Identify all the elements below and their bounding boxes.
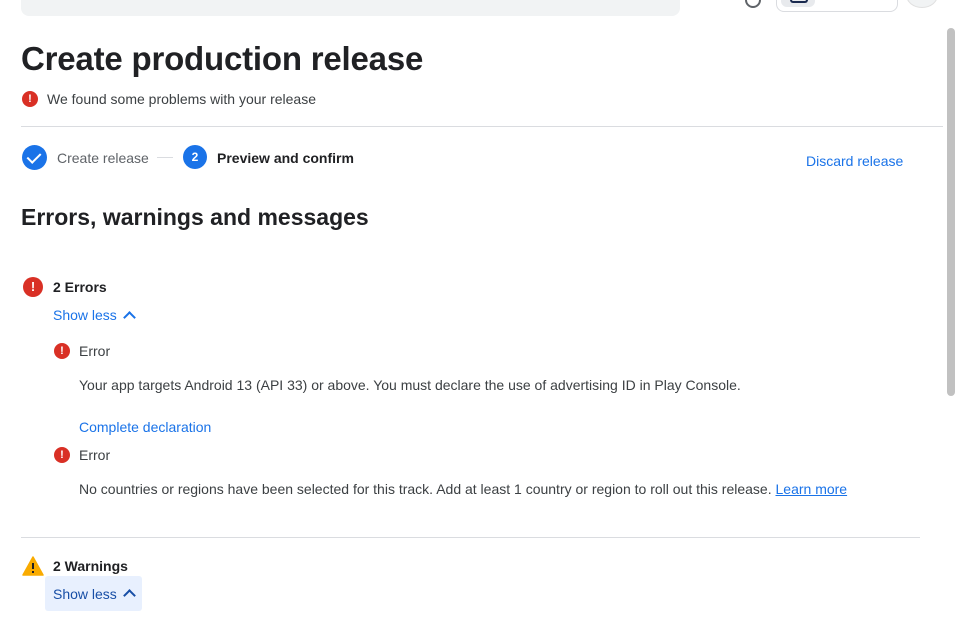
- warnings-show-less-button[interactable]: Show less: [45, 576, 142, 611]
- step-number: 2: [183, 145, 207, 169]
- step-connector: [157, 157, 173, 158]
- learn-more-link[interactable]: Learn more: [776, 481, 848, 497]
- warning-icon: [22, 556, 44, 576]
- error-item-label: Error: [79, 447, 111, 463]
- header-divider: [21, 126, 943, 127]
- search-bar[interactable]: [21, 0, 680, 16]
- avatar[interactable]: [906, 0, 938, 8]
- toggle-label: Show less: [53, 585, 117, 602]
- check-icon: [22, 145, 47, 170]
- error-icon: !: [54, 447, 70, 463]
- help-icon[interactable]: [745, 0, 761, 8]
- chevron-up-icon: [122, 589, 136, 602]
- chevron-up-icon: [122, 310, 136, 324]
- section-divider: [21, 537, 920, 538]
- step-create-release[interactable]: Create release: [57, 150, 149, 166]
- warnings-count: 2 Warnings: [53, 558, 128, 574]
- developer-account-icon: [781, 0, 815, 7]
- errors-count: 2 Errors: [53, 279, 107, 295]
- problem-banner: We found some problems with your release: [47, 91, 316, 107]
- section-title: Errors, warnings and messages: [21, 204, 369, 230]
- error-icon: !: [23, 277, 43, 297]
- complete-declaration-link[interactable]: Complete declaration: [79, 419, 211, 435]
- step-preview-confirm: Preview and confirm: [217, 150, 354, 166]
- account-switcher[interactable]: [776, 0, 898, 12]
- error-icon: !: [22, 91, 38, 107]
- error-item-label: Error: [79, 343, 111, 359]
- page-title: Create production release: [21, 40, 424, 77]
- discard-release-button[interactable]: Discard release: [806, 153, 903, 169]
- error-icon: !: [54, 343, 70, 359]
- error-item-message: Your app targets Android 13 (API 33) or …: [79, 377, 741, 393]
- error-message-text: No countries or regions have been select…: [79, 481, 772, 497]
- errors-show-less-button[interactable]: Show less: [53, 306, 136, 324]
- error-item-message: No countries or regions have been select…: [79, 481, 847, 497]
- toggle-label: Show less: [53, 307, 117, 323]
- scrollbar[interactable]: [947, 28, 955, 396]
